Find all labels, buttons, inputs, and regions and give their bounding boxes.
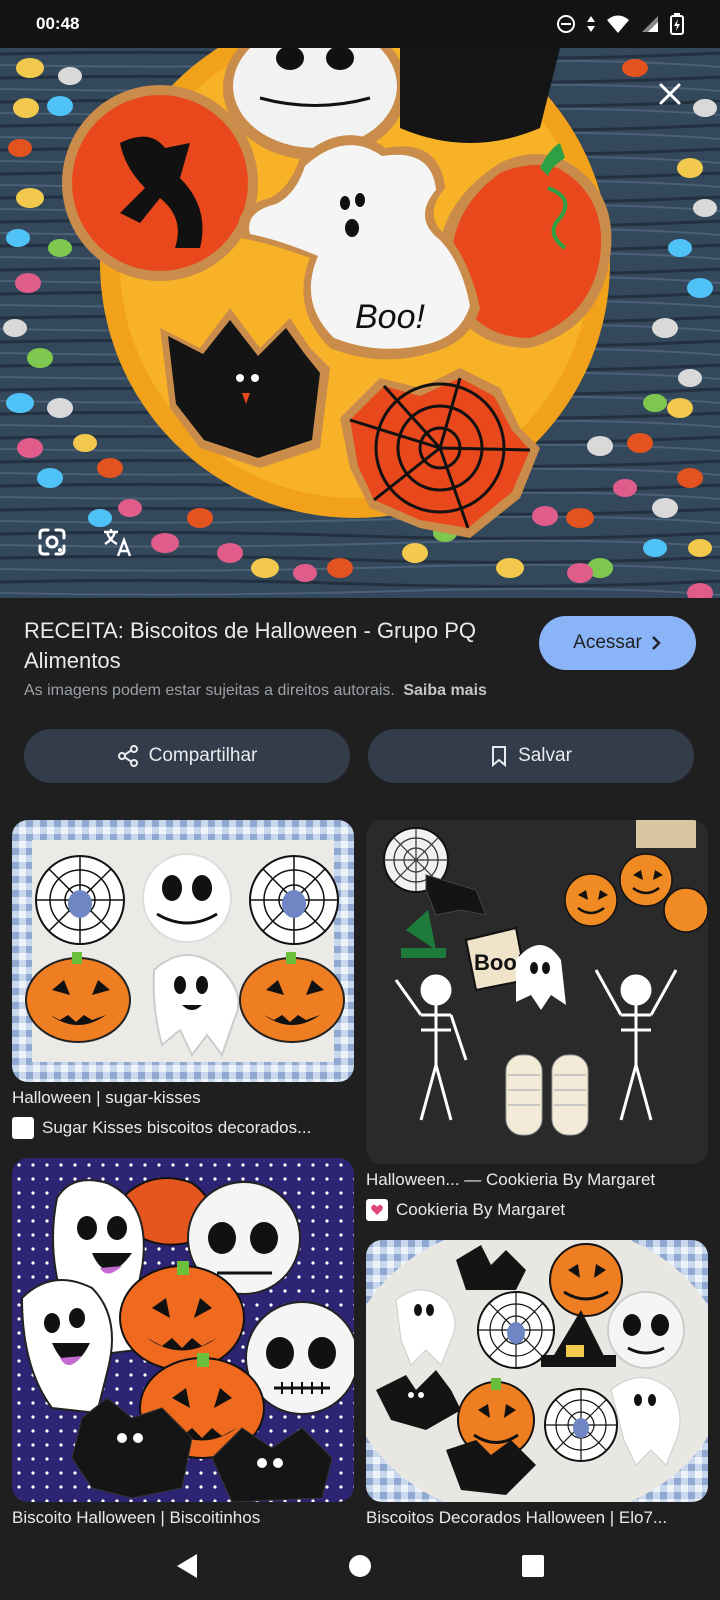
related-source-name-1: Sugar Kisses biscoitos decorados... bbox=[42, 1118, 312, 1137]
share-button-label: Compartilhar bbox=[148, 745, 258, 766]
copyright-notice: As imagens podem estar sujeitas a direit… bbox=[24, 682, 487, 700]
share-icon bbox=[117, 745, 138, 767]
translate-button[interactable] bbox=[100, 524, 136, 560]
related-image-3[interactable] bbox=[12, 1158, 354, 1502]
hero-image[interactable]: Boo! bbox=[0, 48, 720, 598]
bookmark-icon bbox=[492, 746, 507, 767]
battery-charging-icon bbox=[670, 13, 684, 35]
lens-button[interactable] bbox=[34, 524, 70, 560]
access-button-label: Acessar bbox=[573, 632, 642, 653]
heart-icon bbox=[371, 1204, 383, 1215]
status-bar: 00:48 bbox=[0, 0, 720, 48]
status-icons bbox=[556, 13, 684, 35]
data-arrows-icon bbox=[587, 16, 595, 32]
halloween-cookies-plate-image: Boo! bbox=[0, 48, 720, 598]
result-title[interactable]: RECEITA: Biscoitos de Halloween - Grupo … bbox=[24, 616, 504, 676]
back-icon[interactable] bbox=[175, 1553, 199, 1579]
system-navigation-bar bbox=[0, 1532, 720, 1600]
access-button[interactable]: Acessar bbox=[539, 616, 696, 670]
cookieria-skeleton-cookies-image: Boo! bbox=[366, 820, 708, 1164]
copyright-text: As imagens podem estar sujeitas a direit… bbox=[24, 682, 395, 699]
related-title-4[interactable]: Biscoitos Decorados Halloween | Elo7... bbox=[366, 1508, 706, 1528]
sugar-kisses-cookies-image bbox=[12, 820, 354, 1082]
recents-icon[interactable] bbox=[521, 1554, 545, 1578]
do-not-disturb-icon bbox=[557, 15, 575, 33]
save-button[interactable]: Salvar bbox=[368, 729, 694, 783]
related-title-3[interactable]: Biscoito Halloween | Biscoitinhos bbox=[12, 1508, 352, 1528]
related-image-4[interactable] bbox=[366, 1240, 708, 1502]
related-title-1[interactable]: Halloween | sugar-kisses bbox=[12, 1088, 352, 1108]
related-source-1[interactable]: Sugar Kisses biscoitos decorados... bbox=[12, 1117, 352, 1139]
elo7-decorated-cookies-image bbox=[366, 1240, 708, 1502]
related-source-name-2: Cookieria By Margaret bbox=[396, 1200, 566, 1219]
site-favicon bbox=[12, 1117, 34, 1139]
hero-boo-text: Boo! bbox=[355, 298, 425, 336]
related-title-2[interactable]: Halloween... — Cookieria By Margaret bbox=[366, 1170, 706, 1190]
learn-more-link[interactable]: Saiba mais bbox=[403, 682, 487, 699]
save-button-label: Salvar bbox=[518, 745, 572, 766]
biscoitinhos-cookies-image bbox=[12, 1158, 354, 1502]
close-button[interactable] bbox=[650, 74, 690, 114]
related-source-2[interactable]: Cookieria By Margaret bbox=[366, 1199, 706, 1221]
signal-icon bbox=[642, 16, 658, 32]
wifi-icon bbox=[607, 15, 629, 33]
site-favicon bbox=[366, 1199, 388, 1221]
home-icon[interactable] bbox=[348, 1554, 372, 1578]
close-icon bbox=[659, 83, 681, 105]
status-time: 00:48 bbox=[36, 14, 80, 33]
related-image-1[interactable] bbox=[12, 820, 354, 1082]
related-image-2[interactable]: Boo! bbox=[366, 820, 708, 1164]
translate-icon bbox=[104, 529, 132, 557]
share-button[interactable]: Compartilhar bbox=[24, 729, 350, 783]
chevron-right-icon bbox=[651, 636, 661, 650]
google-lens-icon bbox=[38, 528, 66, 556]
